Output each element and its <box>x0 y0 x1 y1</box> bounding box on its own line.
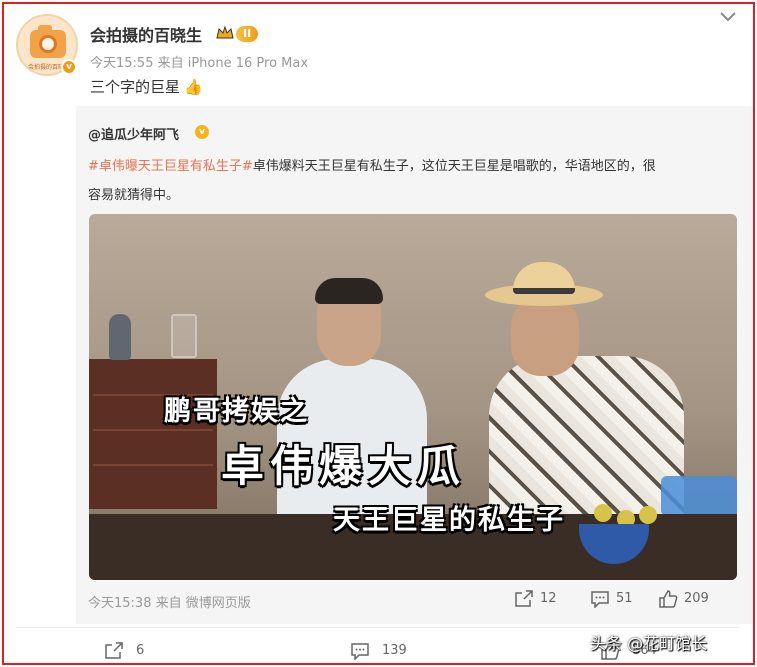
divider <box>16 627 740 628</box>
vase <box>109 314 131 360</box>
comment-count: 139 <box>382 643 407 658</box>
caption-line1: 鹏哥拷娱之 <box>164 396 309 427</box>
thumb-icon: 👍 <box>184 78 203 96</box>
retweet-author[interactable]: @追瓜少年阿飞 <box>88 124 179 143</box>
retweet-text-line1: #卓伟曝天王巨星有私生子#卓伟爆料天王巨星有私生子，这位天王巨星是唱歌的，华语地… <box>88 155 656 174</box>
retweet-text-line2: 容易就猜得中。 <box>88 188 180 203</box>
cabinet-line <box>93 464 213 466</box>
caption-line3: 天王巨星的私生子 <box>333 505 565 536</box>
share-count: 6 <box>136 643 145 658</box>
share-count: 12 <box>540 591 557 606</box>
retweet-meta: 今天15:38 来自 微博网页版 <box>88 596 251 611</box>
share-icon <box>105 642 123 659</box>
camera-lens <box>39 35 57 53</box>
cabinet <box>89 359 217 509</box>
comment-icon <box>351 643 369 660</box>
share-icon <box>515 590 533 607</box>
caption-line2: 卓伟爆大瓜 <box>221 442 466 492</box>
plastic-bag <box>661 476 737 516</box>
crown-icon <box>216 25 234 39</box>
comment-count: 51 <box>616 591 633 606</box>
post-text-content: 三个字的巨星 <box>90 78 181 96</box>
retweet-verified-icon: v <box>195 125 209 139</box>
glass-vase <box>171 314 197 358</box>
person-right-head <box>511 296 579 376</box>
watermark: 头条 @花町馆长 <box>590 634 708 653</box>
retweet-image[interactable]: 鹏哥拷娱之 卓伟爆大瓜 天王巨星的私生子 <box>89 214 737 580</box>
comment-icon <box>591 591 609 608</box>
username[interactable]: 会拍摄的百晓生 <box>90 22 202 46</box>
retweet-card[interactable]: @追瓜少年阿飞 v #卓伟曝天王巨星有私生子#卓伟爆料天王巨星有私生子，这位天王… <box>76 106 753 624</box>
retweet-text-rest: 卓伟爆料天王巨星有私生子，这位天王巨星是唱歌的，华语地区的，很 <box>252 159 656 174</box>
hashtag-link[interactable]: #卓伟曝天王巨星有私生子# <box>88 159 253 174</box>
vip-badge[interactable]: II <box>236 26 259 42</box>
verified-icon: v <box>61 59 77 75</box>
like-count: 209 <box>684 591 709 606</box>
post-text: 三个字的巨星 👍 <box>90 76 203 97</box>
fruit <box>639 506 657 524</box>
fruit <box>594 504 612 522</box>
chevron-down-icon[interactable] <box>719 10 737 24</box>
cabinet-line <box>93 429 213 431</box>
hat-top <box>513 262 575 294</box>
like-icon <box>659 590 678 608</box>
person-left-hair <box>315 278 383 304</box>
post-meta: 今天15:55 来自 iPhone 16 Pro Max <box>90 56 309 71</box>
